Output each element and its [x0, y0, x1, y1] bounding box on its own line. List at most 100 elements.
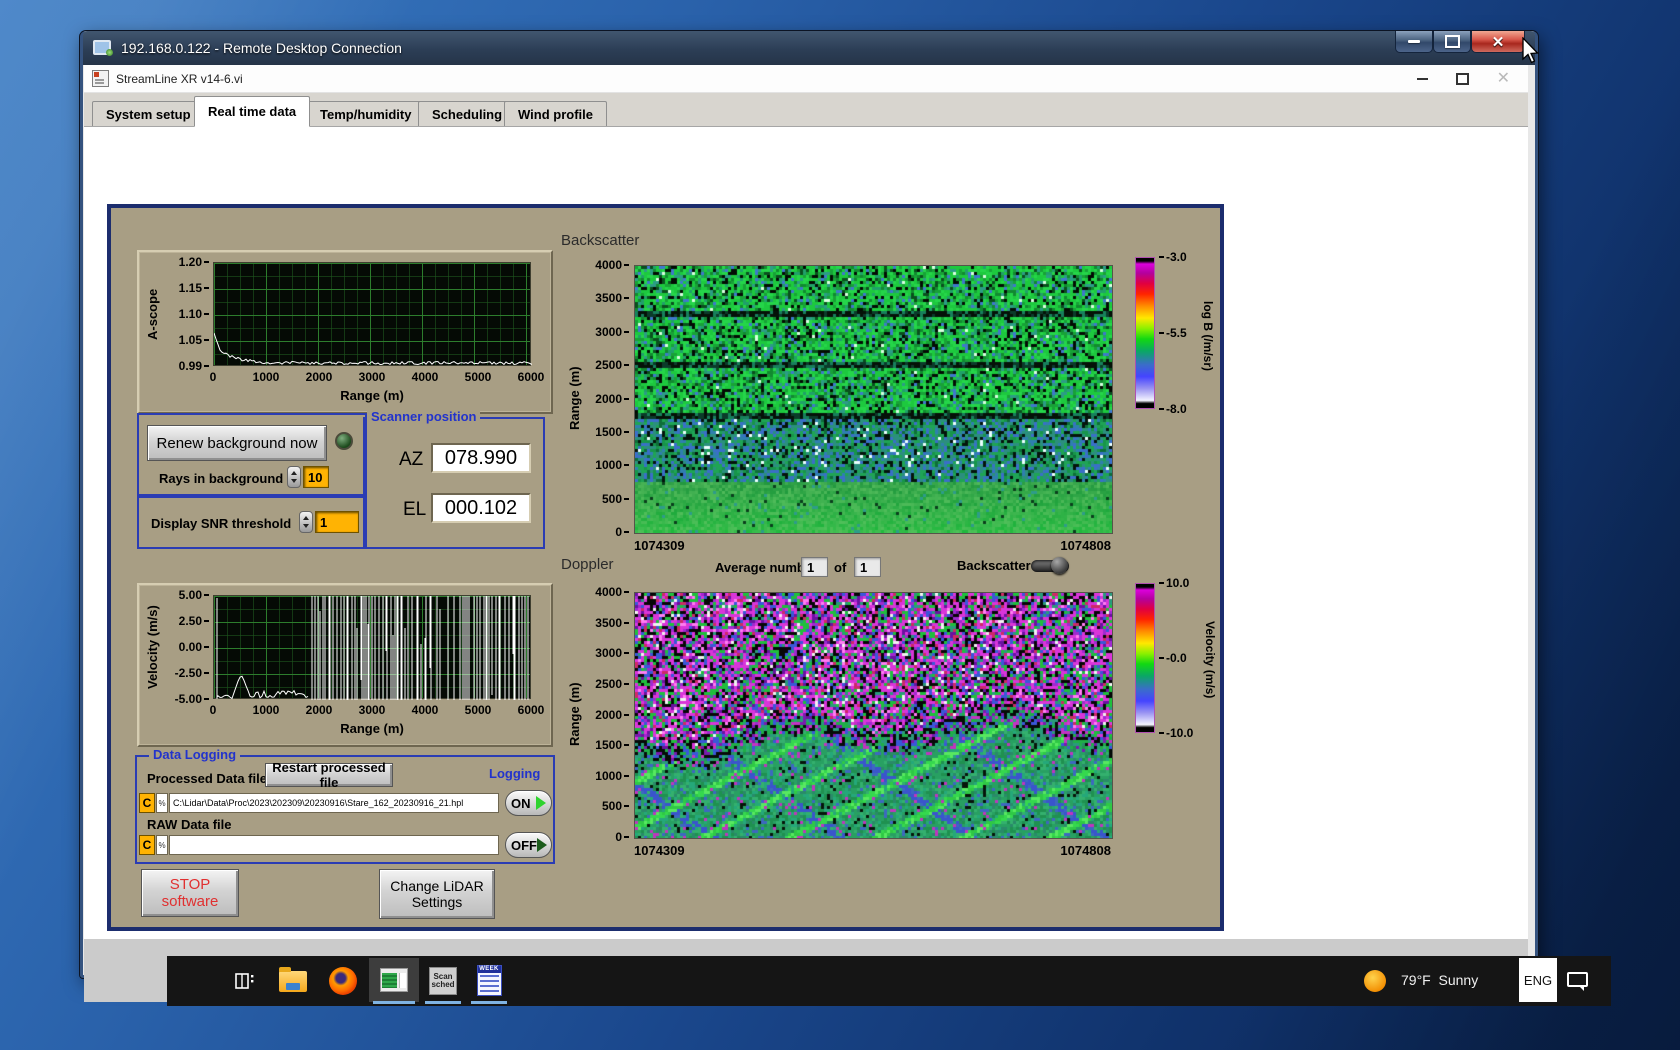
weather-desc: Sunny	[1438, 972, 1479, 988]
tick-label: 0	[615, 830, 629, 844]
velocity-ylabel: Velocity (m/s)	[145, 605, 160, 689]
streamline-app-button[interactable]	[369, 958, 419, 1002]
rays-value-field[interactable]: 10	[303, 466, 329, 488]
stop-software-button[interactable]: STOP software	[141, 869, 239, 917]
tick-label: 1500	[595, 425, 629, 439]
snr-box: Display SNR threshold 1	[137, 496, 367, 549]
tick-label: 4000	[411, 703, 439, 717]
tick-label: 4000	[595, 258, 629, 272]
task-view-button[interactable]	[227, 964, 263, 998]
tick-label: 0	[209, 703, 217, 717]
tick-label: 1000	[595, 458, 629, 472]
streamline-app-icon	[380, 968, 408, 992]
rays-spinner[interactable]	[287, 466, 301, 488]
language-indicator[interactable]: ENG	[1519, 958, 1557, 1002]
app-window: StreamLine XR v14-6.vi ✕ System setup Re…	[84, 65, 1528, 1002]
tick-label: 1000	[252, 703, 280, 717]
raw-browse-icon[interactable]: %	[156, 835, 168, 855]
tick-label: 3500	[595, 616, 629, 630]
scale-tick-label: -10.0	[1159, 726, 1193, 740]
front-panel: A-scope 1.20 1.15 1.10 1.05 0.99 0 1000 2000 30…	[107, 204, 1224, 931]
firefox-button[interactable]	[323, 964, 363, 998]
scan-scheduler-button[interactable]: Scan sched	[425, 964, 461, 998]
stop-line2: software	[161, 893, 219, 910]
average-total-field[interactable]: 1	[854, 557, 881, 577]
processed-logging-on-button[interactable]: ON	[505, 790, 552, 816]
tick-label: 1000	[252, 370, 280, 384]
scanner-position-title: Scanner position	[367, 410, 481, 424]
doppler-yticks: 4000 3500 3000 2500 2000 1500 1000 500 0	[585, 585, 629, 844]
scale-tick-label: -3.0	[1159, 250, 1187, 264]
app-close-icon[interactable]: ✕	[1497, 70, 1510, 87]
rdc-minimize-button[interactable]	[1395, 31, 1433, 53]
weather-text[interactable]: 79°F Sunny	[1401, 972, 1478, 988]
app-minimize-icon[interactable]	[1416, 77, 1428, 80]
tick-label: 4000	[595, 585, 629, 599]
tab-scheduling[interactable]: Scheduling	[418, 101, 517, 126]
scan-icon-line2: sched	[431, 980, 455, 989]
processed-drive-selector[interactable]: C	[139, 793, 155, 813]
change-lidar-settings-button[interactable]: Change LiDAR Settings	[379, 869, 495, 919]
tick-label: 0	[615, 525, 629, 539]
average-number-field[interactable]: 1	[801, 557, 828, 577]
restart-processed-file-button[interactable]: Restart processed file	[265, 760, 393, 790]
tick-label: 5000	[464, 703, 492, 717]
tick-label: 3000	[358, 370, 386, 384]
renew-background-button[interactable]: Renew background now	[147, 425, 327, 461]
week-schedule-button[interactable]: WEEK	[471, 961, 507, 999]
backscatter-color-scale[interactable]	[1135, 257, 1155, 409]
tab-wind-profile[interactable]: Wind profile	[504, 101, 607, 126]
velocity-xticks: 0 1000 2000 3000 4000 5000 6000	[209, 703, 545, 717]
processed-browse-icon[interactable]: %	[156, 793, 168, 813]
velocity-plot	[213, 595, 531, 700]
raw-drive-selector[interactable]: C	[139, 835, 155, 855]
scan-scheduler-icon: Scan sched	[429, 967, 457, 995]
maximize-icon	[1444, 35, 1460, 48]
doppler-heatmap	[634, 592, 1113, 839]
tick-label: 1.20	[179, 255, 209, 269]
app-restore-icon[interactable]	[1455, 69, 1473, 85]
rdc-window-buttons: ✕	[1395, 31, 1525, 53]
rdc-titlebar[interactable]: 192.168.0.122 - Remote Desktop Connectio…	[83, 31, 1535, 65]
backscatter-yticks: 4000 3500 3000 2500 2000 1500 1000 500 0	[585, 258, 629, 539]
snr-spinner[interactable]	[299, 511, 313, 533]
weather-widget[interactable]	[1363, 969, 1387, 993]
backscatter-heatmap	[634, 265, 1113, 534]
snr-threshold-label: Display SNR threshold	[151, 516, 292, 531]
tab-temp-humidity[interactable]: Temp/humidity	[306, 101, 426, 126]
ascope-ylabel: A-scope	[145, 288, 160, 340]
raw-logging-off-button[interactable]: OFF	[505, 832, 552, 858]
tick-label: 500	[602, 492, 629, 506]
rdc-close-button[interactable]: ✕	[1471, 31, 1525, 53]
file-explorer-button[interactable]	[273, 964, 313, 998]
renew-led-indicator	[335, 432, 353, 450]
backscatter-scale-ticks: -3.0 -5.5 -8.0	[1159, 250, 1201, 416]
tick-label: 2000	[595, 392, 629, 406]
tick-label: -2.50	[175, 666, 209, 680]
backscatter-scale-label: log B (/m/sr)	[1201, 300, 1215, 371]
change-line1: Change LiDAR	[390, 878, 484, 894]
backscatter-title: Backscatter	[561, 232, 640, 249]
app-titlebar[interactable]: StreamLine XR v14-6.vi	[84, 65, 1528, 93]
raw-path-field[interactable]	[169, 835, 499, 855]
weather-temp: 79°F	[1401, 972, 1431, 988]
processed-path-field[interactable]: C:\Lidar\Data\Proc\2023\202309\20230916\…	[169, 793, 499, 813]
el-value-field[interactable]: 000.102	[431, 493, 531, 523]
off-label: OFF	[511, 837, 537, 853]
tick-label: 3000	[595, 325, 629, 339]
az-value-field[interactable]: 078.990	[431, 443, 531, 473]
tick-label: 1000	[595, 769, 629, 783]
doppler-color-scale[interactable]	[1135, 583, 1155, 733]
on-led-icon	[536, 796, 546, 810]
tab-system-setup[interactable]: System setup	[92, 101, 205, 126]
snr-value-field[interactable]: 1	[315, 511, 359, 533]
ascope-yticks: 1.20 1.15 1.10 1.05 0.99	[167, 255, 209, 373]
notification-icon[interactable]	[1567, 972, 1588, 991]
app-window-title: StreamLine XR v14-6.vi	[116, 71, 243, 86]
tick-label: 3500	[595, 291, 629, 305]
rdc-maximize-button[interactable]	[1433, 31, 1471, 53]
scan-scheduler-underline	[425, 1001, 461, 1004]
tab-real-time-data[interactable]: Real time data	[194, 96, 311, 127]
ascope-graph: A-scope 1.20 1.15 1.10 1.05 0.99 0 1000 2000 30…	[137, 250, 553, 414]
backscatter-toggle-switch[interactable]	[1031, 557, 1069, 574]
